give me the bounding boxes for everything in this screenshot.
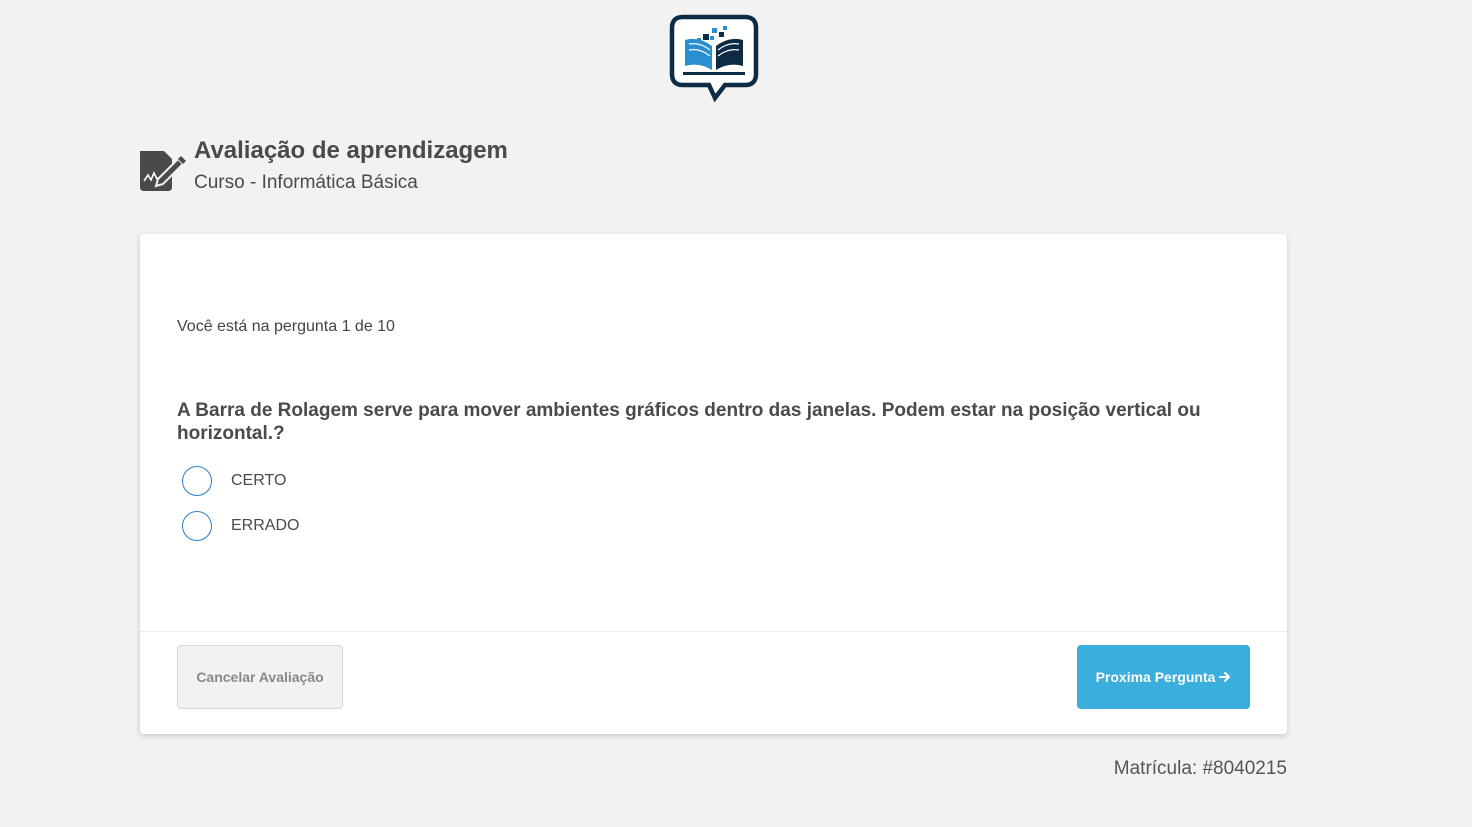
radio-button[interactable] xyxy=(182,466,212,496)
divider xyxy=(140,631,1287,632)
option-errado[interactable]: ERRADO xyxy=(182,511,299,541)
page-header: Avaliação de aprendizagem Curso - Inform… xyxy=(138,137,508,195)
question-progress: Você está na pergunta 1 de 10 xyxy=(177,318,395,335)
arrow-right-icon xyxy=(1219,672,1231,682)
next-question-button[interactable]: Proxima Pergunta xyxy=(1077,645,1250,709)
logo-icon xyxy=(669,14,759,102)
question-text: A Barra de Rolagem serve para mover ambi… xyxy=(177,400,1201,444)
next-question-label: Proxima Pergunta xyxy=(1095,669,1216,685)
registration-number: Matrícula: #8040215 xyxy=(1113,758,1287,779)
cancel-evaluation-button[interactable]: Cancelar Avaliação xyxy=(177,645,343,709)
option-label: ERRADO xyxy=(231,517,300,534)
radio-button[interactable] xyxy=(182,511,212,541)
option-certo[interactable]: CERTO xyxy=(182,466,286,496)
document-edit-icon xyxy=(140,151,186,191)
quiz-card: Você está na pergunta 1 de 10 A Barra de… xyxy=(140,234,1287,734)
option-label: CERTO xyxy=(231,472,287,489)
page-title: Avaliação de aprendizagem xyxy=(194,137,508,164)
course-name: Curso - Informática Básica xyxy=(194,172,418,193)
